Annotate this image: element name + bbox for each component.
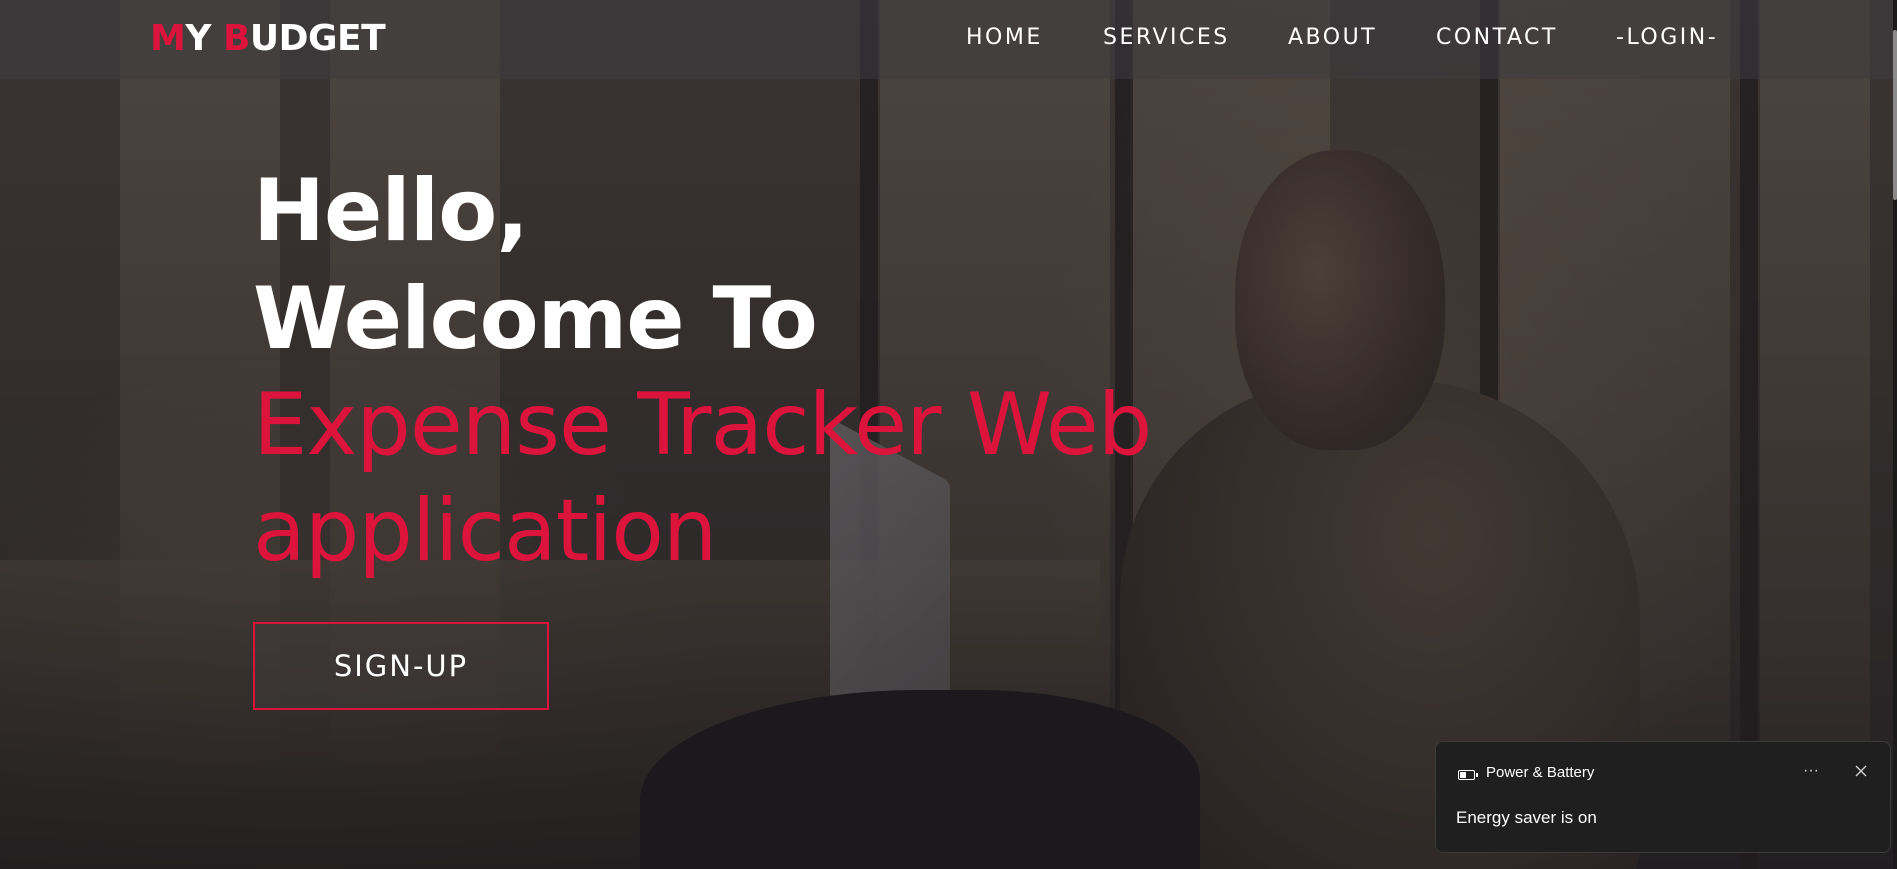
nav-services[interactable]: SERVICES	[1103, 25, 1230, 50]
close-icon[interactable]	[1846, 756, 1876, 786]
page-scrollbar[interactable]	[1893, 0, 1897, 869]
hero-greeting: Hello,	[253, 161, 529, 261]
logo-letter-b: B	[222, 18, 250, 59]
scrollbar-thumb[interactable]	[1893, 30, 1897, 200]
power-battery-notification[interactable]: Power & Battery ··· Energy saver is on	[1435, 741, 1891, 853]
notification-title: Power & Battery	[1486, 764, 1595, 781]
signup-label: SIGN-UP	[333, 649, 469, 683]
hero-app-name-line2: application	[253, 481, 717, 581]
hero-app-name-line1: Expense Tracker Web	[253, 375, 1152, 475]
notification-body: Energy saver is on	[1456, 808, 1597, 827]
logo-letters-y: Y	[185, 18, 223, 59]
nav-home[interactable]: HOME	[966, 25, 1043, 50]
more-icon[interactable]: ···	[1796, 758, 1826, 784]
logo-letters-udget: UDGET	[249, 18, 386, 59]
brand-logo[interactable]: MY BUDGET	[150, 18, 386, 59]
hero-welcome: Welcome To	[253, 269, 818, 369]
nav-about[interactable]: ABOUT	[1288, 25, 1377, 50]
battery-icon	[1458, 770, 1478, 780]
nav-login[interactable]: -LOGIN-	[1616, 25, 1718, 50]
nav-contact[interactable]: CONTACT	[1436, 25, 1558, 50]
logo-letter-m: M	[150, 18, 186, 59]
signup-button[interactable]: SIGN-UP	[253, 622, 549, 710]
